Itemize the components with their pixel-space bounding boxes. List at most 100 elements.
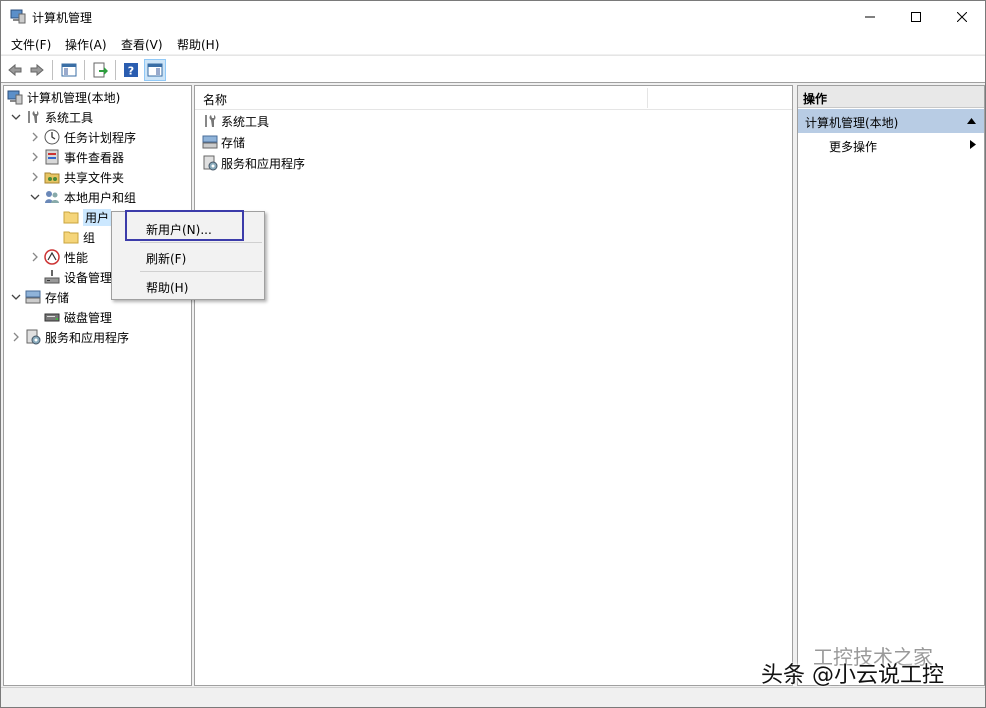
tree-item-services-apps[interactable]: 服务和应用程序 [9,327,129,347]
services-icon [203,155,218,171]
window-title: 计算机管理 [32,11,93,25]
highlight-box [125,210,244,241]
tree-item-disk-management[interactable]: 磁盘管理 [44,307,112,327]
menu-bar: 文件(F) 操作(A) 查看(V) 帮助(H) [1,32,985,54]
tree-item-performance[interactable]: 性能 [28,247,88,267]
column-header[interactable]: 名称 [195,86,792,110]
chevron-down-icon[interactable] [9,290,23,304]
collapse-up-icon[interactable] [967,118,976,124]
svg-text:?: ? [128,65,134,78]
tree-label: 组 [83,230,96,245]
tree-item-event-viewer[interactable]: 事件查看器 [28,147,124,167]
menu-help[interactable]: 帮助(H) [177,36,219,53]
folder-icon [63,231,79,244]
tools-icon [205,115,216,127]
result-pane[interactable]: 名称 系统工具 存储 服务和应用程序 [194,85,793,686]
list-item[interactable]: 存储 [202,132,245,152]
computer-management-icon [10,9,26,24]
tree-item-groups[interactable]: 组 [63,227,95,247]
back-arrow-icon [8,63,22,77]
tree-label: 共享文件夹 [64,170,125,185]
action-section-title: 计算机管理(本地) [805,116,899,130]
tree-item-users[interactable]: 用户 [63,207,112,227]
maximize-icon [911,11,921,22]
menu-separator [140,242,262,243]
minimize-button[interactable] [847,1,893,32]
help-button[interactable]: ? [120,59,142,81]
help-icon: ? [124,63,138,78]
toolbar: ? [1,55,985,83]
console-tree-icon [61,63,77,77]
action-pane-header: 操作 [798,86,984,108]
list-item[interactable]: 服务和应用程序 [202,153,305,173]
list-item-label: 系统工具 [221,114,270,129]
maximize-button[interactable] [893,1,939,32]
tree-item-shared-folders[interactable]: 共享文件夹 [28,167,124,187]
more-actions-item[interactable]: 更多操作 [829,138,877,155]
clock-icon [44,129,60,145]
tree-label: 本地用户和组 [64,190,137,205]
services-icon [26,329,41,345]
submenu-arrow-icon [970,140,976,149]
tree-label: 用户 [83,208,112,226]
tree-label: 服务和应用程序 [45,330,130,345]
tree-item-device-manager[interactable]: 设备管理 [44,267,112,287]
toolbar-separator [52,60,53,80]
chevron-right-icon[interactable] [28,250,42,264]
export-icon [93,62,108,78]
folder-icon [63,211,79,224]
menu-separator [140,271,262,272]
forward-button[interactable] [26,59,48,81]
status-bar [1,687,985,707]
tree-label: 设备管理 [64,270,113,285]
storage-icon [25,290,41,304]
storage-icon [202,135,218,149]
console-tree-pane[interactable]: 计算机管理(本地) 系统工具 任务计划程序 事件查看器 共享文件夹 本地用户和组 [3,85,192,686]
device-manager-icon [44,270,60,284]
chevron-right-icon[interactable] [28,170,42,184]
users-group-icon [45,191,59,203]
chevron-right-icon[interactable] [28,130,42,144]
tree-label: 计算机管理(本地) [27,90,121,105]
tree-label: 磁盘管理 [64,310,113,325]
minimize-icon [865,16,875,17]
disk-icon [44,313,60,322]
tree-label: 任务计划程序 [64,130,137,145]
forward-arrow-icon [30,63,44,77]
watermark: 头条 @小云说工控 [761,663,944,688]
show-hide-tree-button[interactable] [58,59,80,81]
computer-management-icon [7,90,23,105]
tree-item-local-users-groups[interactable]: 本地用户和组 [28,187,136,207]
tree-label: 存储 [45,290,70,305]
tree-label: 事件查看器 [64,150,125,165]
back-button[interactable] [4,59,26,81]
chevron-down-icon[interactable] [28,190,42,204]
tree-label: 性能 [64,250,89,265]
list-item-label: 服务和应用程序 [221,156,306,171]
menu-action[interactable]: 操作(A) [65,36,107,53]
tree-item-root[interactable]: 计算机管理(本地) [7,87,120,107]
action-pane: 操作 计算机管理(本地) 更多操作 [797,85,985,686]
list-item[interactable]: 系统工具 [202,111,269,131]
chevron-right-icon[interactable] [9,330,23,344]
show-action-pane-button[interactable] [144,59,166,81]
computer-management-window: 计算机管理 文件(F) 操作(A) 查看(V) 帮助(H) ? 计算机管理(本地… [0,0,986,708]
tree-label: 系统工具 [45,110,94,125]
menu-view[interactable]: 查看(V) [121,36,163,53]
tree-item-storage[interactable]: 存储 [9,287,69,307]
action-pane-icon [147,63,163,77]
close-button[interactable] [939,1,985,32]
menu-file[interactable]: 文件(F) [11,36,51,53]
action-section-computer-management[interactable]: 计算机管理(本地) [798,109,984,133]
performance-icon [44,249,60,265]
chevron-right-icon[interactable] [28,150,42,164]
tree-item-task-scheduler[interactable]: 任务计划程序 [28,127,136,147]
chevron-down-icon[interactable] [9,110,23,124]
event-viewer-icon [45,149,59,165]
export-list-button[interactable] [89,59,111,81]
column-divider[interactable] [647,88,648,108]
context-help[interactable]: 帮助(H) [113,274,263,298]
tree-item-system-tools[interactable]: 系统工具 [9,107,93,127]
context-refresh[interactable]: 刷新(F) [113,245,263,269]
column-name[interactable]: 名称 [203,91,227,108]
